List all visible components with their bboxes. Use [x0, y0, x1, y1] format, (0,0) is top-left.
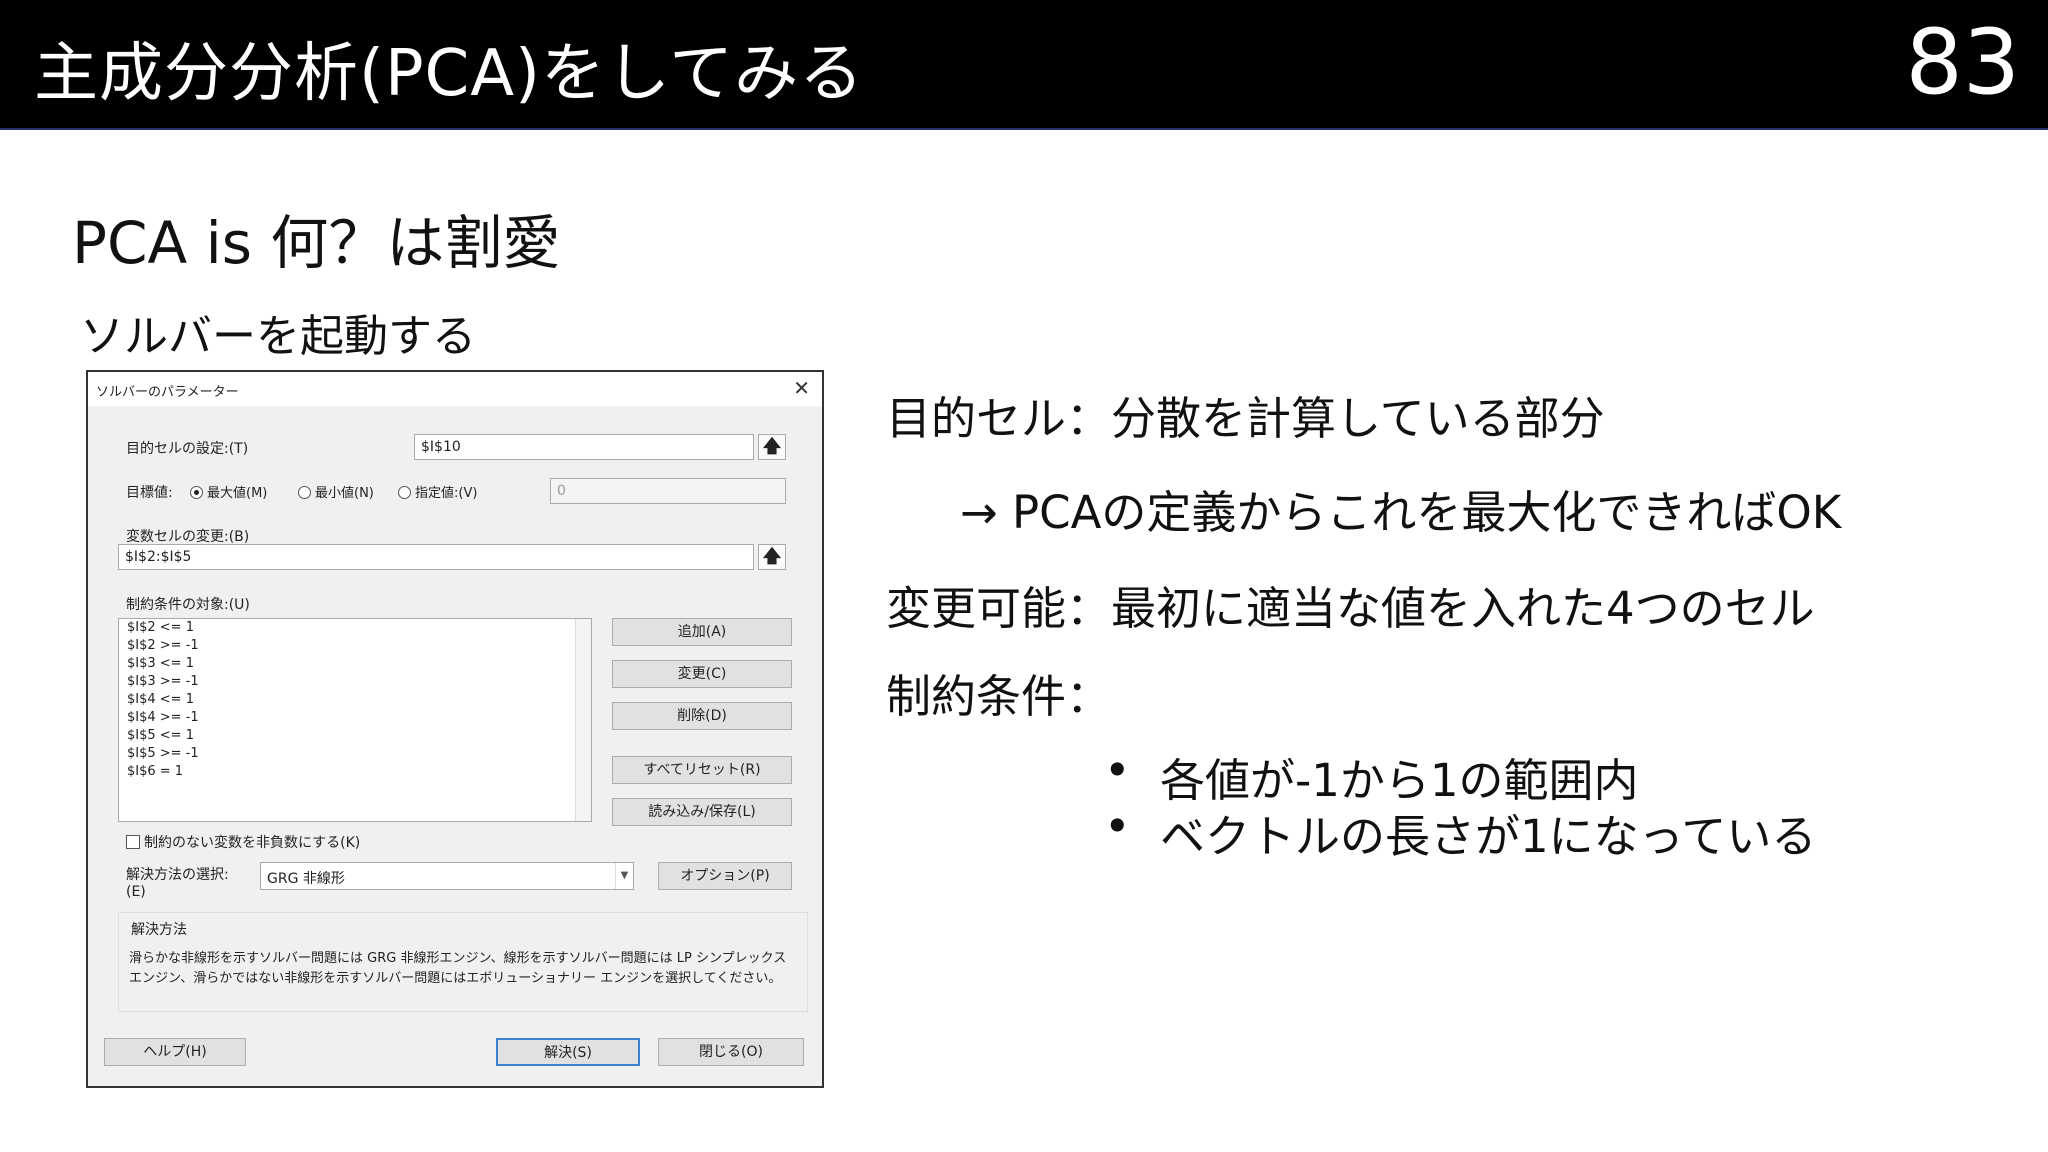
- objective-ref-arrow-icon[interactable]: 🡅: [758, 434, 786, 460]
- slide-subtitle: PCA is 何？は割愛: [72, 209, 561, 277]
- radio-value[interactable]: 指定値:(V): [398, 482, 477, 501]
- constraint-title: 制約条件：: [886, 670, 1112, 723]
- list-item[interactable]: $I$4 >= -1: [119, 709, 591, 727]
- method-description: 解決方法 滑らかな非線形を示すソルバー問題には GRG 非線形エンジン、線形を示…: [118, 912, 808, 1012]
- target-value-input[interactable]: 0: [550, 478, 786, 504]
- objective-cell-input[interactable]: $I$10: [414, 434, 754, 460]
- objective-label: 目的セルの設定:(T): [126, 441, 249, 457]
- radio-unselected-icon: [298, 486, 311, 499]
- bullet-icon: •: [1104, 744, 1131, 797]
- radio-min[interactable]: 最小値(N): [298, 482, 374, 501]
- radio-max[interactable]: 最大値(M): [190, 482, 267, 501]
- variable-cells-input[interactable]: $I$2:$I$5: [118, 544, 754, 570]
- description-text: 滑らかな非線形を示すソルバー問題には GRG 非線形エンジン、線形を示すソルバー…: [129, 951, 787, 986]
- options-button[interactable]: オプション(P): [658, 862, 792, 890]
- list-item[interactable]: $I$2 >= -1: [119, 637, 591, 655]
- list-item[interactable]: $I$3 >= -1: [119, 673, 591, 691]
- description-title: 解決方法: [131, 922, 187, 938]
- screenshot-caption: ソルバーを起動する: [80, 311, 476, 362]
- objective-explanation: 目的セル：分散を計算している部分: [886, 392, 1605, 445]
- list-item[interactable]: $I$5 <= 1: [119, 727, 591, 745]
- method-label: 解決方法の選択:: [126, 867, 229, 883]
- close-button[interactable]: 閉じる(O): [658, 1038, 804, 1066]
- bullet-icon: •: [1104, 800, 1131, 853]
- delete-button[interactable]: 削除(D): [612, 702, 792, 730]
- method-label-key: (E): [126, 884, 146, 900]
- objective-note: → PCAの定義からこれを最大化できればOK: [960, 486, 1842, 539]
- list-item[interactable]: $I$5 >= -1: [119, 745, 591, 763]
- variable-cells-label: 変数セルの変更:(B): [126, 529, 250, 545]
- radio-selected-icon: [190, 486, 203, 499]
- constraints-list[interactable]: $I$2 <= 1 $I$2 >= -1 $I$3 <= 1 $I$3 >= -…: [118, 618, 592, 822]
- variable-explanation: 変更可能：最初に適当な値を入れた4つのセル: [886, 582, 1815, 635]
- dialog-title: ソルバーのパラメーター: [96, 385, 239, 400]
- constraints-label: 制約条件の対象:(U): [126, 597, 250, 613]
- solver-parameters-dialog: ソルバーのパラメーター ✕ 目的セルの設定:(T) $I$10 🡅 目標値: 最…: [86, 370, 824, 1088]
- target-label: 目標値:: [126, 485, 173, 501]
- list-item[interactable]: $I$4 <= 1: [119, 691, 591, 709]
- reset-all-button[interactable]: すべてリセット(R): [612, 756, 792, 784]
- dialog-titlebar: ソルバーのパラメーター ✕: [88, 372, 822, 406]
- slide-header: 主成分分析(PCA)をしてみる 83: [0, 0, 2048, 130]
- solving-method-select[interactable]: GRG 非線形 ▼: [260, 862, 634, 890]
- variable-ref-arrow-icon[interactable]: 🡅: [758, 544, 786, 570]
- help-button[interactable]: ヘルプ(H): [104, 1038, 246, 1066]
- slide-title: 主成分分析(PCA)をしてみる: [34, 37, 865, 111]
- nonnegative-checkbox[interactable]: 制約のない変数を非負数にする(K): [126, 832, 360, 852]
- list-scrollbar[interactable]: [575, 619, 591, 821]
- add-button[interactable]: 追加(A): [612, 618, 792, 646]
- list-item[interactable]: $I$3 <= 1: [119, 655, 591, 673]
- radio-unselected-icon: [398, 486, 411, 499]
- close-icon[interactable]: ✕: [793, 376, 810, 400]
- load-save-button[interactable]: 読み込み/保存(L): [612, 798, 792, 826]
- checkbox-icon: [126, 835, 140, 849]
- bullet-item: • ベクトルの長さが1になっている: [1104, 800, 1817, 863]
- solve-button[interactable]: 解決(S): [496, 1038, 640, 1066]
- change-button[interactable]: 変更(C): [612, 660, 792, 688]
- list-item[interactable]: $I$2 <= 1: [119, 619, 591, 637]
- page-number: 83: [1905, 10, 2020, 115]
- chevron-down-icon: ▼: [615, 863, 633, 889]
- list-item[interactable]: $I$6 = 1: [119, 763, 591, 781]
